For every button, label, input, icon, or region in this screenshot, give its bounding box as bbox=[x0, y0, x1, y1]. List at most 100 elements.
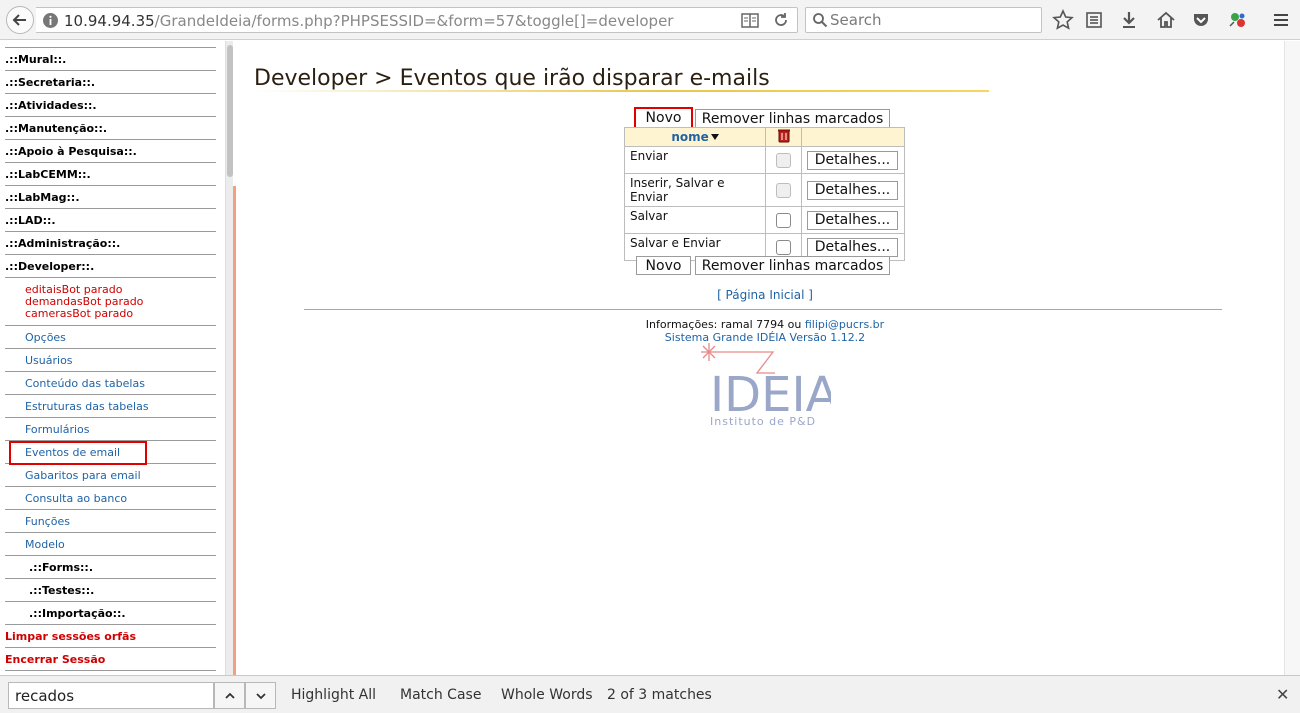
row-details-cell: Detalhes... bbox=[801, 173, 905, 207]
menu-section-manutencao[interactable]: .::Manutenção::. bbox=[5, 116, 216, 139]
clear-orphan-sessions-link[interactable]: Limpar sessões orfãs bbox=[5, 624, 216, 647]
menu-divider bbox=[5, 670, 216, 671]
row-select-cell bbox=[765, 146, 802, 174]
menu-section-apoio-pesquisa[interactable]: .::Apoio à Pesquisa::. bbox=[5, 139, 216, 162]
sidebar-scrollbar-thumb[interactable] bbox=[227, 45, 233, 177]
url-host: 10.94.94.35 bbox=[64, 12, 155, 30]
footer-email-link[interactable]: filipi@pucrs.br bbox=[805, 318, 884, 331]
details-button[interactable]: Detalhes... bbox=[807, 150, 898, 170]
pocket-icon[interactable] bbox=[1190, 9, 1212, 31]
sidebar-item-conteudo-tabelas[interactable]: Conteúdo das tabelas bbox=[5, 371, 216, 394]
home-icon[interactable] bbox=[1155, 9, 1177, 31]
page-viewport: .::Mural::. .::Secretaria::. .::Atividad… bbox=[0, 41, 1300, 675]
url-path: /GrandeIdeia/forms.php?PHPSESSID=&form=5… bbox=[154, 12, 674, 30]
row-select-cell bbox=[765, 173, 802, 207]
remove-marked-button-top[interactable]: Remover linhas marcados bbox=[695, 109, 890, 128]
sidebar-scrollbar[interactable] bbox=[225, 41, 233, 675]
search-icon bbox=[813, 13, 828, 28]
library-icon[interactable] bbox=[1083, 9, 1105, 31]
menu-section-administracao[interactable]: .::Administração::. bbox=[5, 231, 216, 254]
remove-marked-button-bottom[interactable]: Remover linhas marcados bbox=[695, 256, 890, 275]
menu-section-atividades[interactable]: .::Atividades::. bbox=[5, 93, 216, 116]
details-button[interactable]: Detalhes... bbox=[807, 237, 898, 257]
ideia-logo: IDEIA Instituto de P&D bbox=[701, 343, 831, 428]
menu-subsection-testes[interactable]: .::Testes::. bbox=[5, 578, 216, 601]
row-select-cell bbox=[765, 206, 802, 234]
chevron-down-icon bbox=[255, 692, 266, 699]
reload-icon[interactable] bbox=[773, 12, 789, 28]
find-bar: Highlight All Match Case Whole Words 2 o… bbox=[0, 675, 1300, 713]
row-select-checkbox[interactable] bbox=[776, 212, 792, 228]
bot-status-list: editaisBot parado demandasBot parado cam… bbox=[5, 277, 216, 325]
row-name: Enviar bbox=[623, 146, 767, 174]
sidebar-item-eventos-email[interactable]: Eventos de email bbox=[5, 440, 216, 465]
find-next-button[interactable] bbox=[245, 682, 276, 709]
table-header-row: nome bbox=[623, 127, 905, 147]
arrow-left-icon bbox=[12, 14, 26, 26]
search-bar[interactable] bbox=[805, 7, 1042, 33]
table-row: Inserir, Salvar e Enviar Detalhes... bbox=[623, 173, 905, 207]
whole-words-toggle[interactable]: Whole Words bbox=[501, 687, 593, 703]
browser-toolbar: 10.94.94.35/GrandeIdeia/forms.php?PHPSES… bbox=[0, 0, 1300, 40]
bot-status-cameras: camerasBot parado bbox=[25, 306, 134, 320]
sidebar-item-opcoes[interactable]: Opções bbox=[5, 325, 216, 348]
highlight-box bbox=[9, 441, 147, 465]
column-header-label: nome bbox=[671, 130, 709, 144]
hamburger-menu-icon[interactable] bbox=[1270, 9, 1292, 31]
delete-column-header bbox=[765, 127, 802, 147]
home-page-link[interactable]: [ Página Inicial ] bbox=[236, 288, 1294, 302]
reader-view-icon[interactable] bbox=[741, 13, 759, 28]
new-button-top[interactable]: Novo bbox=[634, 107, 693, 129]
menu-section-lad[interactable]: .::LAD::. bbox=[5, 208, 216, 231]
sidebar-item-consulta-banco[interactable]: Consulta ao banco bbox=[5, 486, 216, 509]
new-button-bottom[interactable]: Novo bbox=[636, 256, 691, 275]
page-scrollbar[interactable] bbox=[1284, 41, 1300, 675]
search-input[interactable] bbox=[830, 11, 1030, 29]
trash-can-icon bbox=[777, 129, 790, 143]
logout-link[interactable]: Encerrar Sessão bbox=[5, 647, 216, 670]
menu-section-labcemm[interactable]: .::LabCEMM::. bbox=[5, 162, 216, 185]
url-bar[interactable]: 10.94.94.35/GrandeIdeia/forms.php?PHPSES… bbox=[36, 7, 798, 33]
find-previous-button[interactable] bbox=[214, 682, 245, 709]
svg-text:Instituto de P&D: Instituto de P&D bbox=[710, 415, 816, 428]
row-details-cell: Detalhes... bbox=[801, 146, 905, 174]
bookmark-star-icon[interactable] bbox=[1052, 9, 1074, 31]
details-button[interactable]: Detalhes... bbox=[807, 180, 898, 200]
highlight-all-toggle[interactable]: Highlight All bbox=[291, 687, 376, 703]
footer-info: Informações: ramal 7794 ou filipi@pucrs.… bbox=[236, 318, 1294, 331]
info-icon[interactable] bbox=[42, 12, 59, 29]
extension-icon[interactable] bbox=[1227, 9, 1249, 31]
footer-info-text: Informações: ramal 7794 ou bbox=[645, 318, 805, 331]
chevron-up-icon bbox=[224, 692, 235, 699]
menu-subsection-forms[interactable]: .::Forms::. bbox=[5, 555, 216, 578]
details-column-header bbox=[801, 127, 905, 147]
menu-subsection-importacao[interactable]: .::Importação::. bbox=[5, 601, 216, 624]
menu-section-secretaria[interactable]: .::Secretaria::. bbox=[5, 70, 216, 93]
url-text[interactable]: 10.94.94.35/GrandeIdeia/forms.php?PHPSES… bbox=[64, 12, 673, 30]
row-name: Salvar bbox=[623, 206, 767, 234]
sidebar-item-formularios[interactable]: Formulários bbox=[5, 417, 216, 440]
sidebar-item-gabaritos-email[interactable]: Gabaritos para email bbox=[5, 463, 216, 486]
menu-section-developer[interactable]: .::Developer::. bbox=[5, 254, 216, 277]
row-details-cell: Detalhes... bbox=[801, 206, 905, 234]
table-row: Enviar Detalhes... bbox=[623, 146, 905, 174]
bot-status-editais: editaisBot parado bbox=[25, 282, 123, 296]
menu-section-labmag[interactable]: .::LabMag::. bbox=[5, 185, 216, 208]
events-table: nome Enviar Detalhes... Inserir, Salvar … bbox=[623, 127, 905, 261]
details-button[interactable]: Detalhes... bbox=[807, 210, 898, 230]
column-header-nome[interactable]: nome bbox=[623, 127, 767, 147]
sidebar-item-usuarios[interactable]: Usuários bbox=[5, 348, 216, 371]
back-button[interactable] bbox=[6, 6, 34, 34]
menu-section-mural[interactable]: .::Mural::. bbox=[5, 47, 216, 70]
find-match-status: 2 of 3 matches bbox=[607, 687, 712, 703]
sidebar-item-funcoes[interactable]: Funções bbox=[5, 509, 216, 532]
download-icon[interactable] bbox=[1118, 9, 1140, 31]
page-title: Developer > Eventos que irão disparar e-… bbox=[254, 66, 770, 91]
close-icon[interactable]: ✕ bbox=[1276, 685, 1289, 704]
find-input[interactable] bbox=[8, 682, 214, 709]
sidebar-item-modelo[interactable]: Modelo bbox=[5, 532, 216, 555]
row-select-checkbox[interactable] bbox=[776, 239, 792, 255]
sidebar-item-estruturas-tabelas[interactable]: Estruturas das tabelas bbox=[5, 394, 216, 417]
main-content: Developer > Eventos que irão disparar e-… bbox=[236, 41, 1284, 675]
match-case-toggle[interactable]: Match Case bbox=[400, 687, 481, 703]
